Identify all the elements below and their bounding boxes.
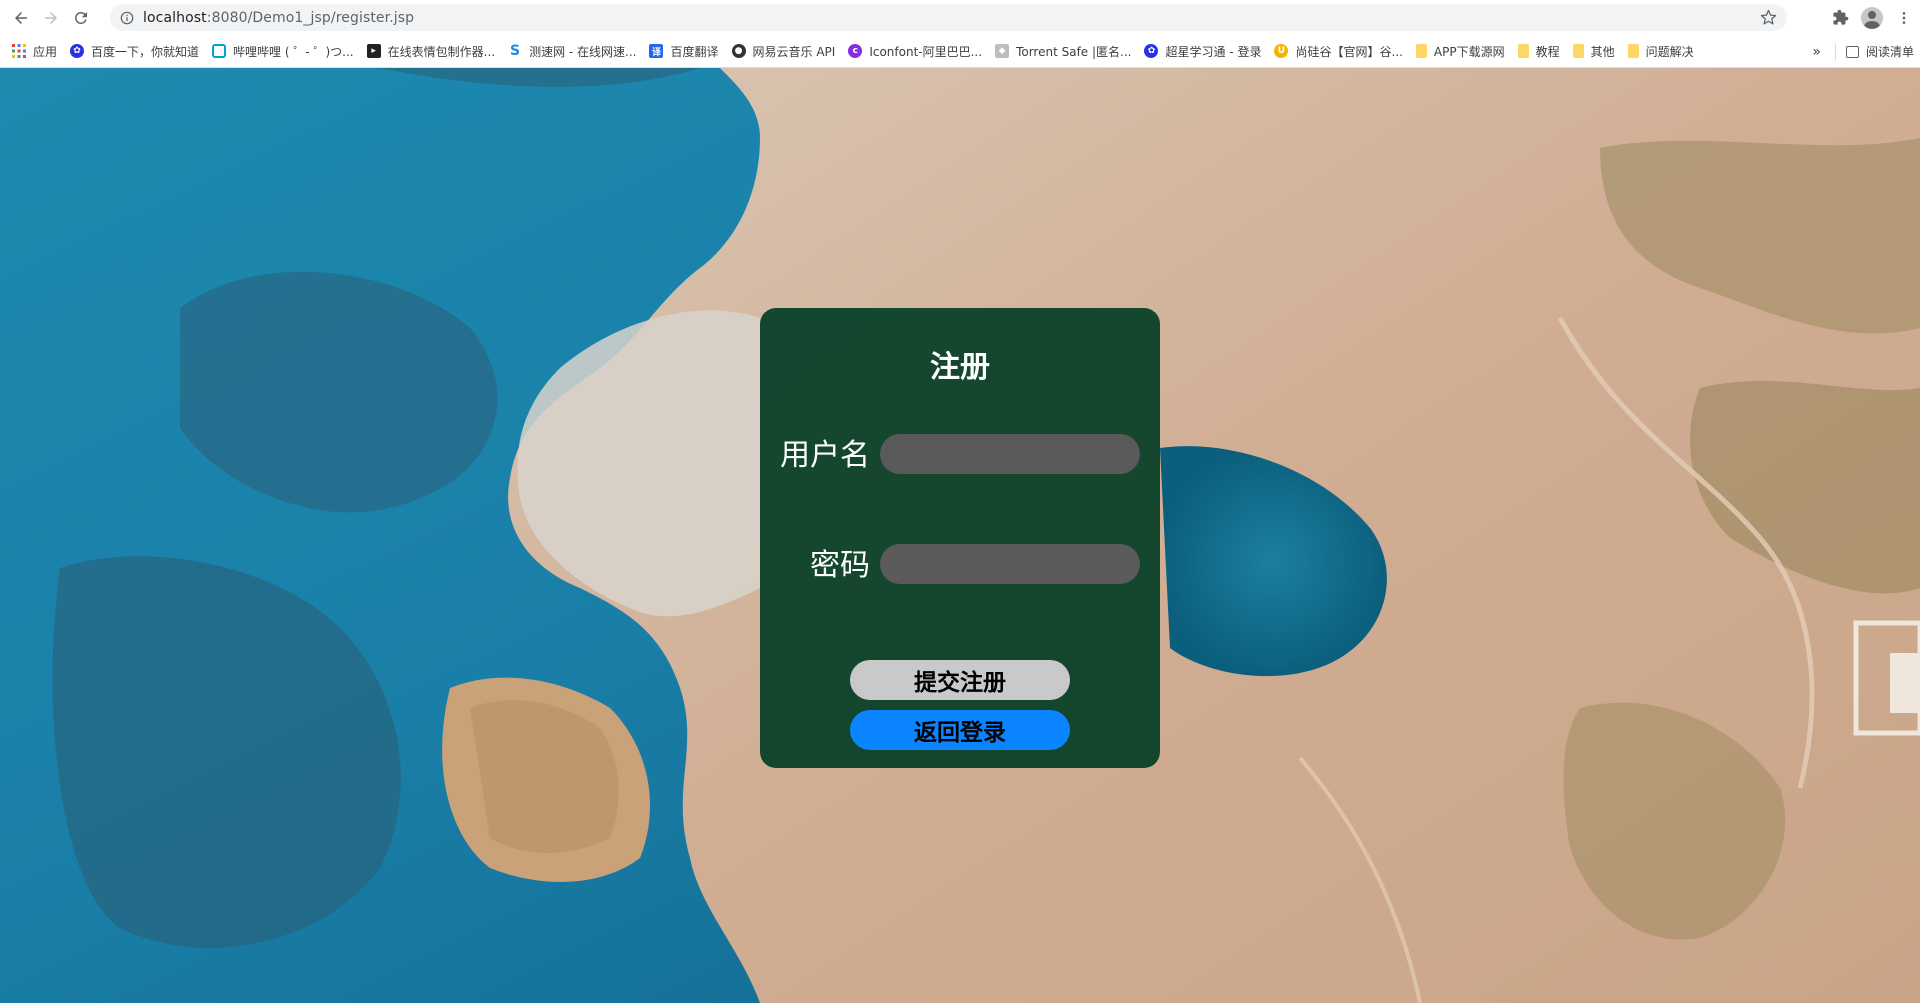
folder-icon xyxy=(1415,44,1427,58)
bookmark-baidu[interactable]: ✿ 百度一下，你就知道 xyxy=(70,43,199,60)
bookmark-netease-api[interactable]: ● 网易云音乐 API xyxy=(731,43,836,60)
address-bar[interactable]: localhost:8080/Demo1_jsp/register.jsp xyxy=(110,4,1787,31)
bookmark-speedtest[interactable]: S 测速网 - 在线网速... xyxy=(508,43,636,60)
site-info-icon[interactable] xyxy=(120,11,134,25)
bookmarks-bar: 应用 ✿ 百度一下，你就知道 哔哩哔哩 ( ゜- ゜)つ... ▸ 在线表情包制… xyxy=(0,35,1920,68)
bookmark-label: 网易云音乐 API xyxy=(752,44,836,59)
username-label: 用户名 xyxy=(780,438,870,473)
bookmark-label: 在线表情包制作器... xyxy=(387,44,496,59)
bookmark-folder-other[interactable]: 其他 xyxy=(1572,43,1615,60)
bookmark-iconfont[interactable]: c Iconfont-阿里巴巴... xyxy=(848,43,982,60)
bookmark-apps[interactable]: 应用 xyxy=(12,43,57,60)
url-text[interactable]: localhost:8080/Demo1_jsp/register.jsp xyxy=(143,10,414,26)
bilibili-tv-icon xyxy=(212,44,227,58)
speedtest-icon: S xyxy=(510,43,521,59)
bookmarks-overflow-chevron-icon[interactable]: » xyxy=(1812,44,1821,60)
divider xyxy=(1834,42,1836,61)
bookmark-label: 超星学习通 - 登录 xyxy=(1165,44,1262,59)
bookmark-folder-tutorial[interactable]: 教程 xyxy=(1517,43,1560,60)
bookmark-label: 哔哩哔哩 ( ゜- ゜)つ... xyxy=(233,44,354,59)
meme-maker-icon: ▸ xyxy=(366,44,381,58)
github-icon: ● xyxy=(731,44,746,58)
extensions-puzzle-icon[interactable] xyxy=(1824,2,1856,34)
menu-kebab-icon[interactable] xyxy=(1888,2,1920,34)
register-panel: 注册 用户名 密码 提交注册 返回登录 xyxy=(760,308,1160,768)
bookmark-label: 百度一下，你就知道 xyxy=(91,44,200,59)
bookmark-label: APP下载源网 xyxy=(1433,44,1505,59)
folder-icon xyxy=(1517,44,1529,58)
submit-register-button[interactable]: 提交注册 xyxy=(850,660,1070,700)
iconfont-icon: c xyxy=(848,44,863,58)
folder-icon xyxy=(1627,44,1639,58)
bookmark-label: 教程 xyxy=(1535,44,1560,59)
baidu-paw-icon: ✿ xyxy=(70,44,85,58)
url-host: localhost xyxy=(143,9,207,26)
forward-arrow-icon[interactable] xyxy=(36,3,66,33)
bookmark-label: Torrent Safe |匿名... xyxy=(1016,44,1132,59)
bookmark-chaoxing[interactable]: ✿ 超星学习通 - 登录 xyxy=(1144,43,1261,60)
reading-list-label[interactable]: 阅读清单 xyxy=(1866,43,1914,60)
profile-button[interactable] xyxy=(1856,2,1888,34)
bookmark-label: 问题解决 xyxy=(1645,44,1694,59)
bookmark-folder-solutions[interactable]: 问题解决 xyxy=(1627,43,1694,60)
bookmark-meme-maker[interactable]: ▸ 在线表情包制作器... xyxy=(366,43,496,60)
baidu-paw-icon: ✿ xyxy=(1144,44,1159,58)
reload-icon[interactable] xyxy=(66,3,96,33)
folder-icon xyxy=(1572,44,1584,58)
baidu-translate-icon: 译 xyxy=(649,44,664,58)
register-title: 注册 xyxy=(930,350,990,385)
bookmark-folder-app[interactable]: APP下载源网 xyxy=(1415,43,1505,60)
password-input[interactable] xyxy=(880,544,1140,584)
bookmark-label: 测速网 - 在线网速... xyxy=(529,44,637,59)
apps-grid-icon xyxy=(12,44,26,58)
toolbar-right xyxy=(1824,0,1920,35)
avatar-icon xyxy=(1861,6,1883,29)
bookmark-baidu-translate[interactable]: 译 百度翻译 xyxy=(649,43,719,60)
username-input[interactable] xyxy=(880,434,1140,474)
bookmark-torrent-safe[interactable]: ◆ Torrent Safe |匿名... xyxy=(995,43,1131,60)
torrent-safe-icon: ◆ xyxy=(995,44,1010,58)
back-to-login-button[interactable]: 返回登录 xyxy=(850,710,1070,750)
bookmarks-right: » 阅读清单 xyxy=(1812,35,1914,68)
password-label: 密码 xyxy=(810,548,870,583)
bookmark-bilibili[interactable]: 哔哩哔哩 ( ゜- ゜)つ... xyxy=(212,43,354,60)
bookmark-star-icon[interactable] xyxy=(1760,9,1777,26)
bookmark-label: 应用 xyxy=(33,44,58,59)
browser-toolbar: localhost:8080/Demo1_jsp/register.jsp xyxy=(0,0,1920,35)
atguigu-icon: U xyxy=(1274,44,1289,58)
bookmark-label: 尚硅谷【官网】谷... xyxy=(1295,44,1403,59)
back-arrow-icon[interactable] xyxy=(6,3,36,33)
url-path: :8080/Demo1_jsp/register.jsp xyxy=(206,9,415,26)
bookmark-atguigu[interactable]: U 尚硅谷【官网】谷... xyxy=(1274,43,1403,60)
bookmark-label: 其他 xyxy=(1590,44,1615,59)
reading-list-icon[interactable] xyxy=(1845,45,1859,58)
page-viewport: 注册 用户名 密码 提交注册 返回登录 xyxy=(0,68,1920,1003)
bookmark-label: Iconfont-阿里巴巴... xyxy=(869,44,983,59)
bookmark-label: 百度翻译 xyxy=(670,44,719,59)
